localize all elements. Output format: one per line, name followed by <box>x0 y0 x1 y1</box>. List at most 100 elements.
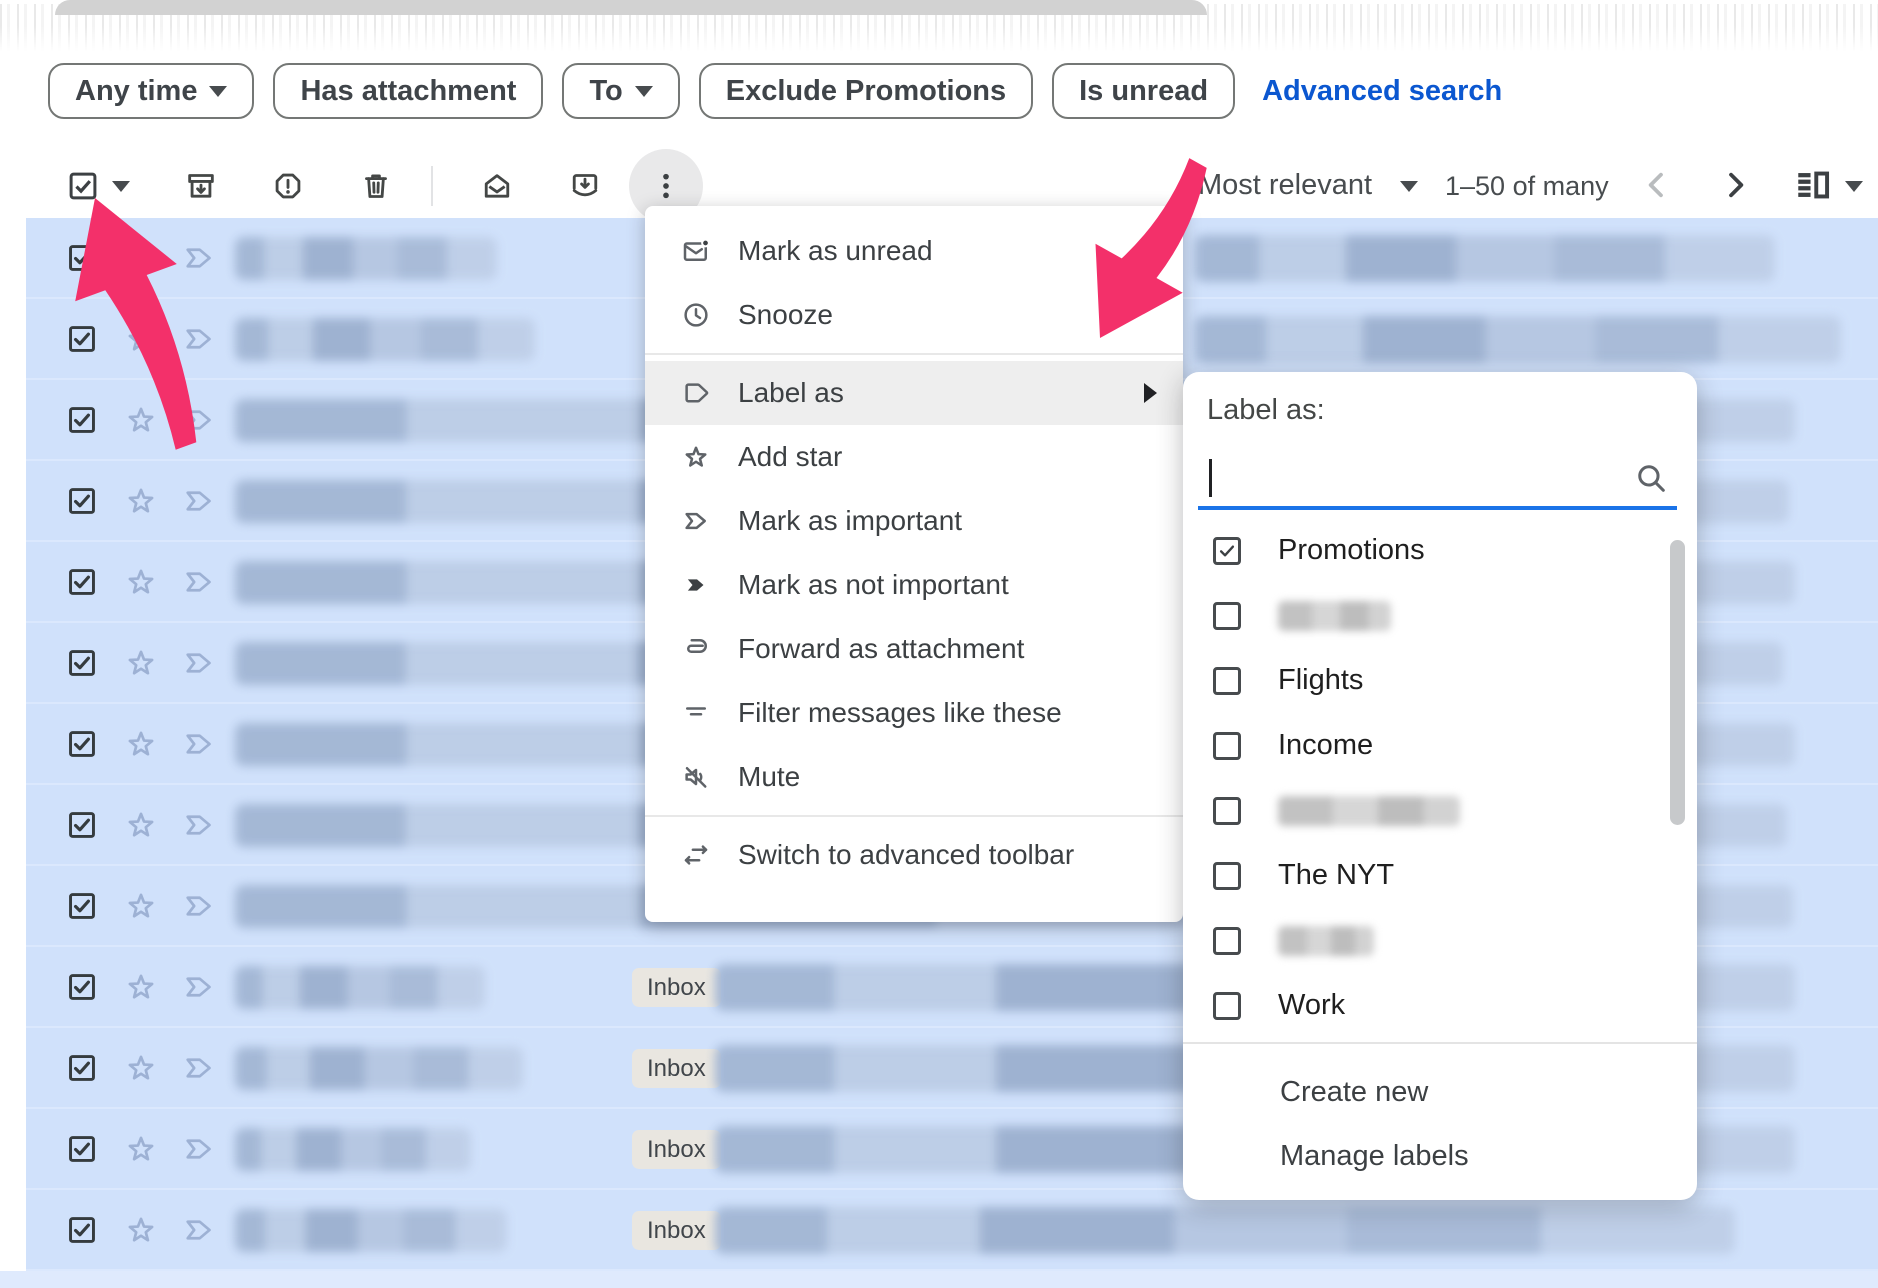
move-to-button[interactable] <box>568 169 602 203</box>
label-as-title: Label as: <box>1207 394 1325 427</box>
row-checkbox-checked[interactable] <box>66 1052 98 1084</box>
split-pane-caret-icon[interactable] <box>1845 181 1863 192</box>
label-row-income[interactable]: Income <box>1183 713 1697 778</box>
star-icon[interactable] <box>123 888 159 924</box>
menu-item-mark-as-not-important[interactable]: Mark as not important <box>645 553 1183 617</box>
importance-marker-icon[interactable] <box>181 1212 217 1248</box>
row-checkbox-checked[interactable] <box>66 647 98 679</box>
previous-page-button[interactable] <box>1638 166 1676 204</box>
filter-chip-to[interactable]: To <box>562 63 679 119</box>
star-icon[interactable] <box>123 1131 159 1167</box>
filter-chip-any-time[interactable]: Any time <box>48 63 254 119</box>
star-icon <box>681 442 711 472</box>
star-icon[interactable] <box>123 645 159 681</box>
row-checkbox-checked[interactable] <box>66 728 98 760</box>
checkbox-unchecked[interactable] <box>1213 667 1241 695</box>
annotation-arrow-label-as <box>1075 140 1225 355</box>
create-new-label-button[interactable]: Create new <box>1183 1060 1697 1124</box>
importance-marker-icon[interactable] <box>181 483 217 519</box>
chevron-down-icon <box>635 86 653 97</box>
star-icon[interactable] <box>123 483 159 519</box>
row-checkbox-checked[interactable] <box>66 971 98 1003</box>
email-row[interactable]: Inbox <box>26 1190 1878 1271</box>
checkbox-checked[interactable] <box>1213 537 1241 565</box>
filter-chip-label: Has attachment <box>300 75 516 108</box>
importance-filled-icon <box>681 570 711 600</box>
label-row-the-nyt[interactable]: The NYT <box>1183 843 1697 908</box>
menu-item-label-as[interactable]: Label as <box>645 361 1183 425</box>
star-icon[interactable] <box>123 1212 159 1248</box>
label-row-redacted[interactable] <box>1183 583 1697 648</box>
importance-marker-icon[interactable] <box>181 1050 217 1086</box>
menu-item-mute[interactable]: Mute <box>645 745 1183 809</box>
importance-marker-icon[interactable] <box>181 807 217 843</box>
label-row-work[interactable]: Work <box>1183 973 1697 1038</box>
menu-item-switch-to-advanced-toolbar[interactable]: Switch to advanced toolbar <box>645 823 1183 887</box>
checkbox-unchecked[interactable] <box>1213 862 1241 890</box>
redacted-label-text <box>1278 926 1374 956</box>
importance-marker-icon[interactable] <box>181 726 217 762</box>
inbox-label-chip: Inbox <box>632 1130 721 1169</box>
label-name: Income <box>1278 729 1373 762</box>
checkbox-unchecked[interactable] <box>1213 602 1241 630</box>
importance-marker-icon[interactable] <box>181 888 217 924</box>
label-search-field[interactable] <box>1198 450 1677 510</box>
filter-chip-label: Exclude Promotions <box>726 75 1006 108</box>
filter-chip-exclude-promotions[interactable]: Exclude Promotions <box>699 63 1033 119</box>
menu-item-mark-as-important[interactable]: Mark as important <box>645 489 1183 553</box>
checkbox-unchecked[interactable] <box>1213 927 1241 955</box>
label-search-input[interactable] <box>1198 450 1630 498</box>
label-tag-icon <box>681 378 711 408</box>
label-row-redacted[interactable] <box>1183 908 1697 973</box>
checkbox-unchecked[interactable] <box>1213 732 1241 760</box>
row-checkbox-checked[interactable] <box>66 890 98 922</box>
row-checkbox-checked[interactable] <box>66 1214 98 1246</box>
row-checkbox-checked[interactable] <box>66 1133 98 1165</box>
row-checkbox-checked[interactable] <box>66 485 98 517</box>
redacted-sender-text <box>235 1047 523 1090</box>
label-row-redacted[interactable] <box>1183 778 1697 843</box>
split-pane-toggle-icon[interactable] <box>1793 167 1833 203</box>
checkbox-unchecked[interactable] <box>1213 992 1241 1020</box>
importance-marker-icon[interactable] <box>181 564 217 600</box>
filter-chip-has-attachment[interactable]: Has attachment <box>273 63 543 119</box>
star-icon[interactable] <box>123 1050 159 1086</box>
star-icon[interactable] <box>123 807 159 843</box>
panel-actions: Create new Manage labels <box>1183 1060 1697 1188</box>
menu-item-label: Filter messages like these <box>738 697 1062 729</box>
menu-item-filter-messages-like-these[interactable]: Filter messages like these <box>645 681 1183 745</box>
delete-button[interactable] <box>359 169 393 203</box>
importance-marker-icon[interactable] <box>181 645 217 681</box>
star-icon[interactable] <box>123 726 159 762</box>
clock-icon <box>681 300 711 330</box>
next-page-button[interactable] <box>1716 166 1754 204</box>
menu-item-label: Label as <box>738 377 844 409</box>
star-icon[interactable] <box>123 564 159 600</box>
menu-item-forward-as-attachment[interactable]: Forward as attachment <box>645 617 1183 681</box>
row-checkbox-checked[interactable] <box>66 809 98 841</box>
filter-chip-label: Is unread <box>1079 75 1208 108</box>
mark-as-read-button[interactable] <box>480 169 514 203</box>
filter-chip-label: Any time <box>75 75 197 108</box>
annotation-arrow-select-all <box>55 170 225 470</box>
pagination-count: 1–50 of many <box>1445 171 1609 202</box>
advanced-search-link[interactable]: Advanced search <box>1262 75 1502 108</box>
menu-item-label: Mark as unread <box>738 235 933 267</box>
importance-marker-icon[interactable] <box>181 969 217 1005</box>
redacted-subject-text <box>1195 316 1841 363</box>
star-icon[interactable] <box>123 969 159 1005</box>
row-checkbox-checked[interactable] <box>66 566 98 598</box>
report-spam-button[interactable] <box>271 169 305 203</box>
redacted-sender-text <box>235 1128 471 1171</box>
checkbox-unchecked[interactable] <box>1213 797 1241 825</box>
label-row-promotions[interactable]: Promotions <box>1183 518 1697 583</box>
inbox-label-chip: Inbox <box>632 1211 721 1250</box>
menu-item-add-star[interactable]: Add star <box>645 425 1183 489</box>
importance-marker-icon[interactable] <box>181 1131 217 1167</box>
label-row-flights[interactable]: Flights <box>1183 648 1697 713</box>
filter-chip-is-unread[interactable]: Is unread <box>1052 63 1235 119</box>
label-list-scrollbar[interactable] <box>1670 540 1685 825</box>
sort-caret-icon[interactable] <box>1400 181 1418 192</box>
filter-chip-label: To <box>589 75 622 108</box>
manage-labels-button[interactable]: Manage labels <box>1183 1124 1697 1188</box>
